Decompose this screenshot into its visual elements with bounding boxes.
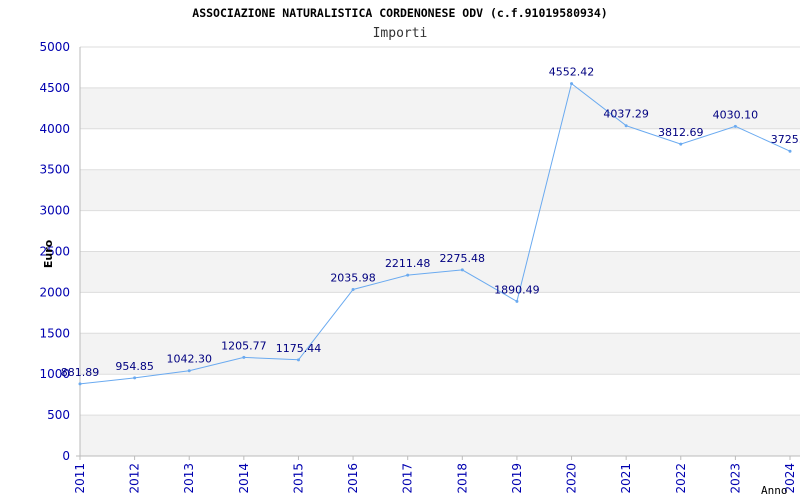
data-label: 1042.30 [166, 353, 212, 366]
y-tick-label: 1500 [39, 326, 70, 340]
x-tick-label: 2022 [674, 463, 688, 494]
data-point [187, 369, 191, 373]
data-label: 2035.98 [330, 271, 376, 284]
data-label: 1205.77 [221, 339, 267, 352]
data-point [296, 358, 300, 362]
data-label: 1175.44 [276, 342, 322, 355]
data-label: 2211.48 [385, 257, 431, 270]
plot-band [80, 374, 800, 416]
data-label: 3725.9 [771, 133, 800, 146]
data-label: 954.85 [115, 360, 154, 373]
x-tick-label: 2011 [73, 463, 87, 494]
data-point [242, 355, 246, 359]
x-tick-label: 2020 [565, 463, 579, 494]
plot-band [80, 415, 800, 456]
data-label: 4037.29 [603, 108, 649, 121]
plot-band [80, 87, 800, 129]
x-axis-label: Anno [761, 484, 788, 497]
plot-band [80, 210, 800, 252]
x-tick-label: 2017 [401, 463, 415, 494]
y-tick-label: 0 [62, 449, 70, 463]
x-axis-ticks: 2011 2012 2013 2014 2015 2016 2017 2018 2019 2020… [73, 456, 797, 494]
y-tick-label: 3500 [39, 163, 70, 177]
y-tick-label: 4000 [39, 122, 70, 136]
data-point [351, 287, 355, 291]
plot-band [80, 169, 800, 211]
data-label: 4030.10 [713, 108, 759, 121]
data-point [460, 268, 464, 272]
data-point [733, 124, 737, 128]
data-point [624, 124, 628, 128]
x-tick-label: 2018 [455, 463, 469, 494]
y-tick-label: 4500 [39, 81, 70, 95]
x-tick-label: 2021 [619, 463, 633, 494]
chart-subtitle: Importi [373, 26, 428, 41]
data-label: 1890.49 [494, 283, 540, 296]
chart: 0500100015002000250030003500400045005000… [39, 6, 800, 497]
x-tick-label: 2012 [128, 463, 142, 494]
x-tick-label: 2016 [346, 463, 360, 494]
plot-band [80, 292, 800, 334]
data-label: 2275.48 [440, 252, 486, 265]
plot-band [80, 47, 800, 88]
data-label: 4552.42 [549, 66, 595, 79]
y-tick-label: 5000 [39, 40, 70, 54]
x-tick-label: 2013 [182, 463, 196, 494]
data-point [515, 299, 519, 303]
data-point [788, 149, 792, 153]
x-tick-label: 2023 [728, 463, 742, 494]
data-point [406, 273, 410, 277]
y-tick-label: 2000 [39, 285, 70, 299]
y-axis-label: Euro [42, 239, 55, 268]
data-label: 3812.69 [658, 126, 704, 139]
y-tick-label: 500 [47, 408, 70, 422]
x-tick-label: 2015 [291, 463, 305, 494]
data-label: 881.89 [61, 366, 100, 379]
chart-title: ASSOCIAZIONE NATURALISTICA CORDENONESE O… [192, 6, 607, 20]
data-point [679, 142, 683, 146]
x-tick-label: 2019 [510, 463, 524, 494]
data-point [570, 82, 574, 86]
x-tick-label: 2014 [237, 463, 251, 494]
data-point [133, 376, 137, 380]
data-point [78, 382, 82, 386]
y-tick-label: 3000 [39, 204, 70, 218]
